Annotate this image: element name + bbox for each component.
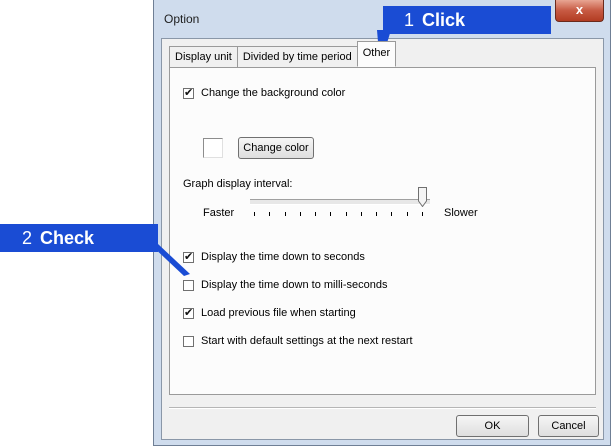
slider-min-label: Faster	[203, 207, 235, 219]
slider-tick	[299, 212, 301, 216]
slider-tick	[376, 212, 378, 216]
slider-tick	[284, 212, 286, 216]
callout-check-text: Check	[40, 228, 95, 248]
slider-tick	[391, 212, 393, 216]
slider-tick	[406, 212, 408, 216]
ok-button[interactable]: OK	[456, 415, 529, 437]
callout-check: 2 Check	[0, 224, 158, 252]
tab-panel-other: Change the background color Change color…	[169, 67, 596, 395]
seconds-label: Display the time down to seconds	[201, 251, 365, 263]
slider-tick	[345, 212, 347, 216]
graph-interval-heading: Graph display interval:	[183, 178, 293, 190]
option-dialog: Option x Display unit Divided by time pe…	[153, 0, 611, 446]
change-background-checkbox[interactable]	[183, 86, 194, 99]
slider-max-label: Slower	[444, 207, 478, 219]
option-row-default-settings[interactable]: Start with default settings at the next …	[183, 335, 413, 347]
slider-tick	[269, 212, 271, 216]
milliseconds-label: Display the time down to milli-seconds	[201, 279, 388, 291]
load-previous-label: Load previous file when starting	[201, 307, 356, 319]
graph-interval-slider-track[interactable]	[250, 199, 430, 205]
cancel-button[interactable]: Cancel	[538, 415, 599, 437]
callout-check-pointer	[150, 244, 190, 276]
option-row-load-previous[interactable]: Load previous file when starting	[183, 306, 356, 319]
change-background-label: Change the background color	[201, 87, 346, 99]
callout-check-number: 2	[22, 228, 33, 248]
change-background-row[interactable]: Change the background color	[183, 86, 346, 99]
milliseconds-checkbox[interactable]	[183, 279, 194, 291]
callout-click-text: Click	[422, 10, 466, 30]
callout-click: 1 Click	[383, 6, 551, 34]
close-icon: x	[575, 2, 584, 17]
background-color-swatch	[203, 138, 223, 158]
load-previous-checkbox[interactable]	[183, 306, 194, 319]
option-row-seconds[interactable]: Display the time down to seconds	[183, 250, 365, 263]
tab-strip: Display unit Divided by time period Othe…	[169, 41, 397, 67]
slider-tick	[422, 212, 423, 216]
change-color-button[interactable]: Change color	[238, 137, 314, 159]
option-row-milliseconds[interactable]: Display the time down to milli-seconds	[183, 279, 387, 291]
slider-tick	[330, 212, 332, 216]
tab-display-unit[interactable]: Display unit	[169, 46, 238, 67]
tab-other[interactable]: Other	[356, 41, 397, 67]
graph-interval-slider-thumb[interactable]	[418, 187, 427, 207]
close-button[interactable]: x	[555, 0, 604, 22]
default-settings-label: Start with default settings at the next …	[201, 335, 413, 347]
slider-tick	[360, 212, 362, 216]
slider-tick	[254, 212, 255, 216]
window-title: Option	[164, 12, 200, 26]
callout-click-number: 1	[404, 10, 415, 30]
footer-separator	[169, 407, 596, 409]
tab-divided-by-time-period[interactable]: Divided by time period	[236, 46, 358, 67]
dialog-client-area: Display unit Divided by time period Othe…	[161, 38, 604, 440]
default-settings-checkbox[interactable]	[183, 335, 194, 347]
slider-tick	[315, 212, 317, 216]
